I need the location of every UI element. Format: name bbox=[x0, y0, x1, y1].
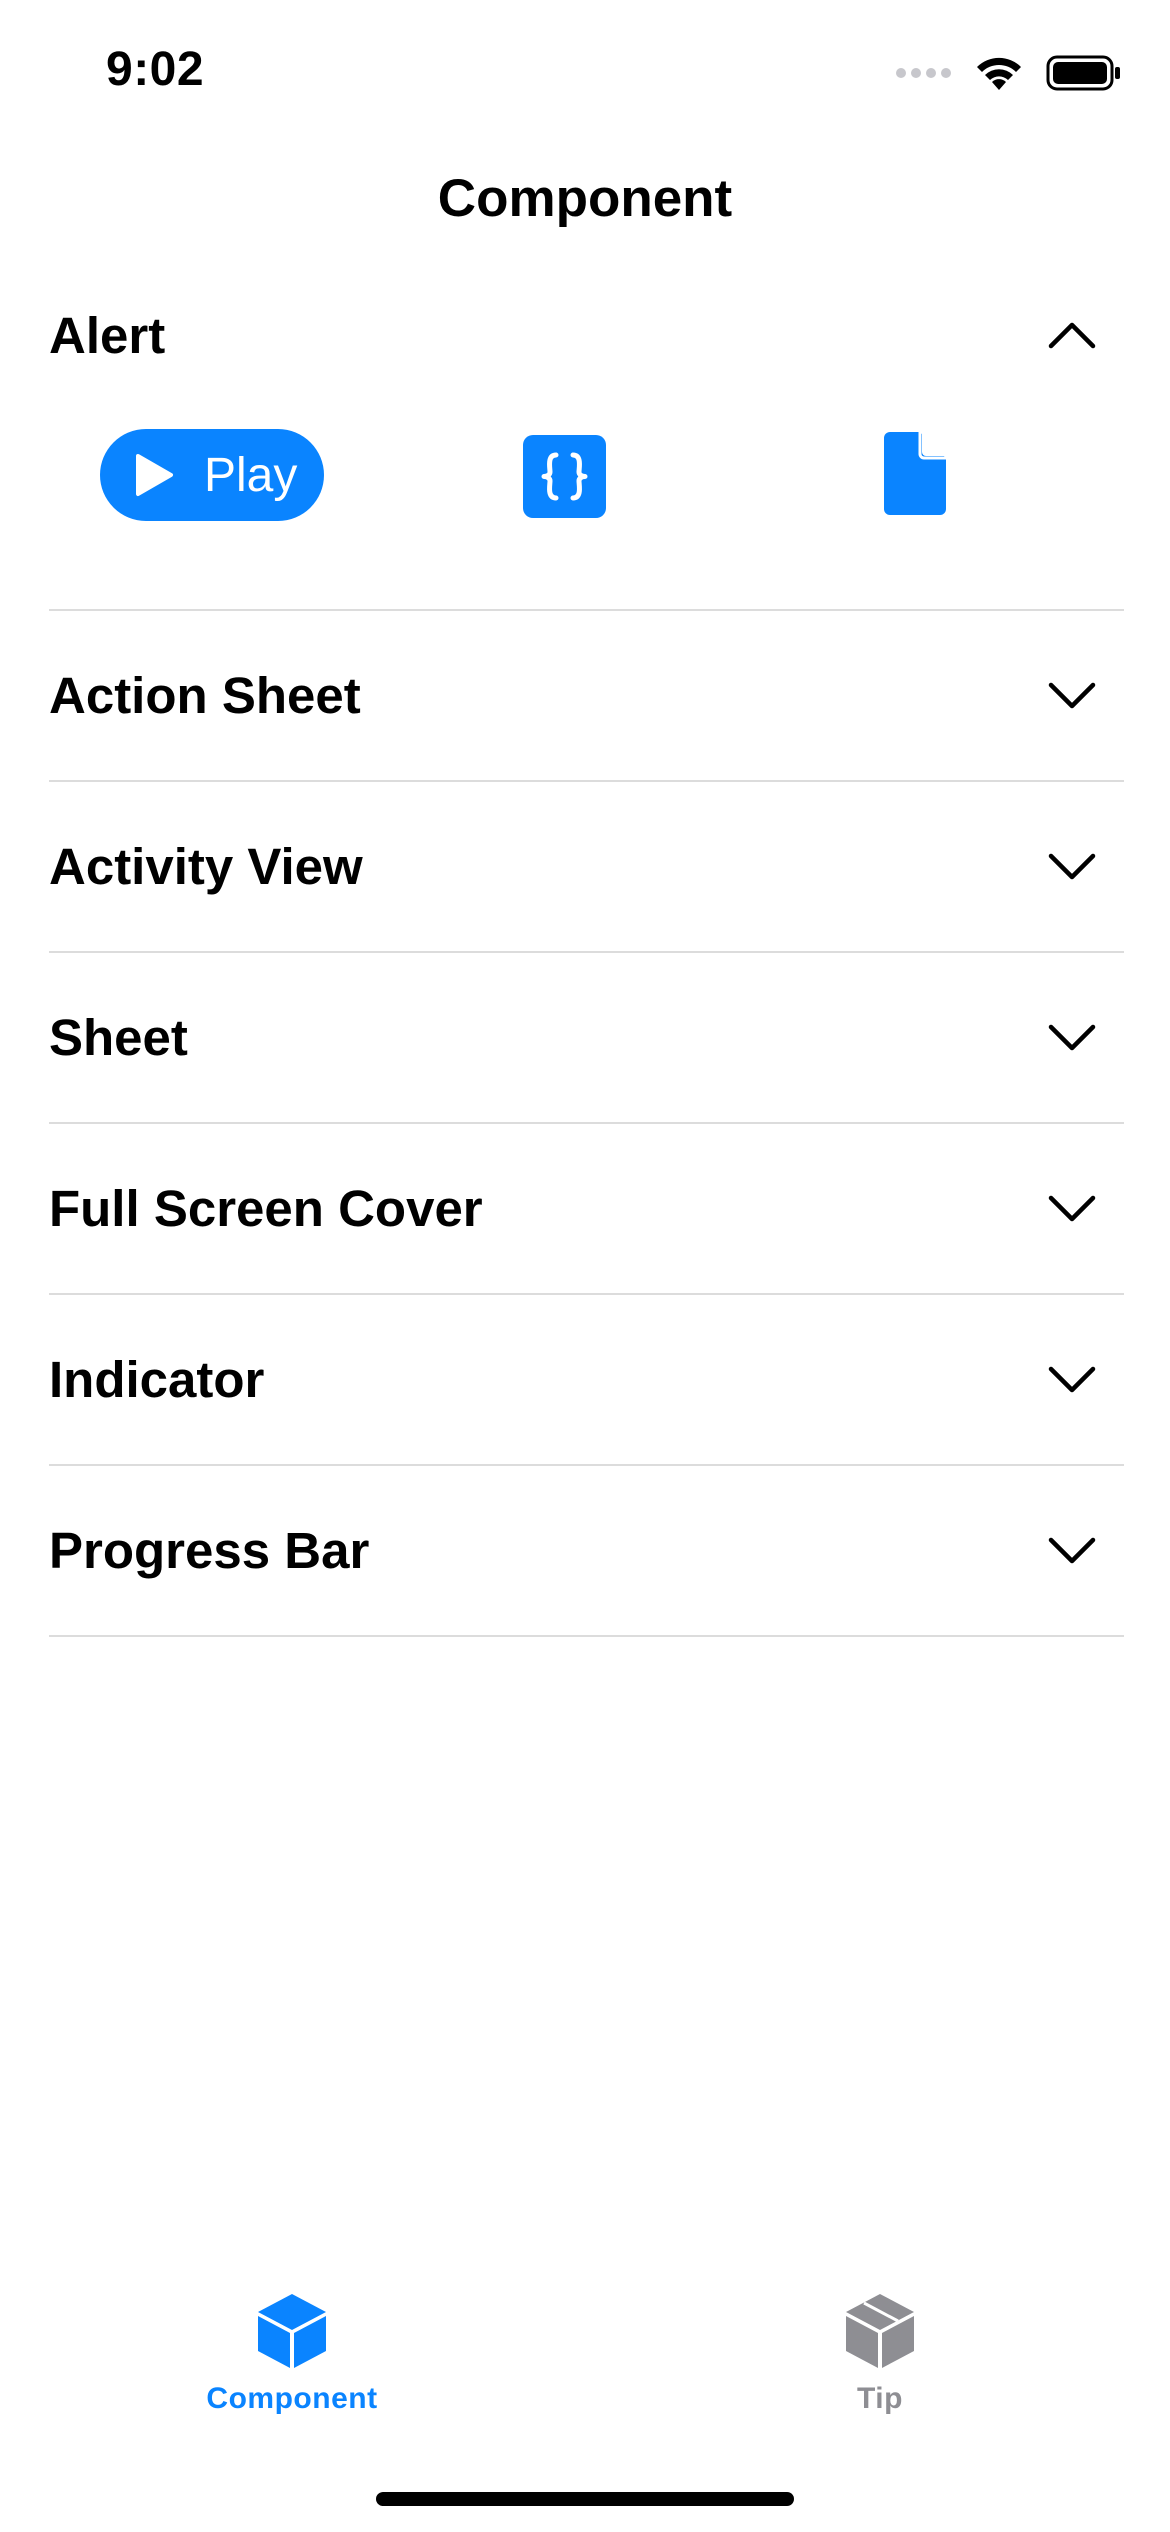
disclosure-header-indicator[interactable]: Indicator bbox=[49, 1295, 1124, 1464]
list-item-action-sheet: Action Sheet bbox=[49, 611, 1124, 782]
disclosure-header-progress-bar[interactable]: Progress Bar bbox=[49, 1466, 1124, 1635]
tab-tip[interactable]: Tip bbox=[730, 2290, 1030, 2416]
code-braces-icon[interactable] bbox=[523, 435, 606, 518]
list-item-label: Progress Bar bbox=[49, 1522, 370, 1579]
list-item-indicator: Indicator bbox=[49, 1295, 1124, 1466]
component-list: Alert Play Action Sheet Activity View Sh… bbox=[49, 270, 1124, 1637]
list-item-full-screen-cover: Full Screen Cover bbox=[49, 1124, 1124, 1295]
chevron-down-icon[interactable] bbox=[1042, 1179, 1102, 1239]
list-item-label: Indicator bbox=[49, 1351, 265, 1408]
list-item-alert: Alert Play bbox=[49, 270, 1124, 611]
play-icon bbox=[136, 454, 173, 496]
status-icons bbox=[896, 54, 1122, 92]
status-bar: 9:02 bbox=[0, 0, 1170, 140]
disclosure-header-activity-view[interactable]: Activity View bbox=[49, 782, 1124, 951]
chevron-down-icon[interactable] bbox=[1042, 1008, 1102, 1068]
chevron-down-icon[interactable] bbox=[1042, 1350, 1102, 1410]
tab-component[interactable]: Component bbox=[142, 2290, 442, 2416]
alert-actions: Play bbox=[49, 400, 1124, 609]
list-item-label: Activity View bbox=[49, 838, 363, 895]
wifi-icon bbox=[977, 57, 1021, 90]
list-item-progress-bar: Progress Bar bbox=[49, 1466, 1124, 1637]
disclosure-header-full-screen-cover[interactable]: Full Screen Cover bbox=[49, 1124, 1124, 1293]
cube-icon bbox=[258, 2294, 326, 2368]
chevron-down-icon[interactable] bbox=[1042, 1521, 1102, 1581]
disclosure-header-alert[interactable]: Alert bbox=[49, 270, 1124, 400]
list-item-label: Alert bbox=[49, 306, 166, 364]
status-time: 9:02 bbox=[106, 43, 205, 96]
cube-icon bbox=[846, 2294, 914, 2368]
chevron-up-icon[interactable] bbox=[1042, 305, 1102, 365]
list-item-sheet: Sheet bbox=[49, 953, 1124, 1124]
list-item-label: Action Sheet bbox=[49, 667, 361, 724]
tab-label: Tip bbox=[857, 2382, 903, 2415]
play-label: Play bbox=[204, 448, 298, 502]
home-indicator bbox=[376, 2492, 794, 2506]
document-icon[interactable] bbox=[884, 432, 946, 515]
chevron-down-icon[interactable] bbox=[1042, 666, 1102, 726]
disclosure-header-action-sheet[interactable]: Action Sheet bbox=[49, 611, 1124, 780]
tab-label: Component bbox=[206, 2382, 378, 2415]
list-item-label: Full Screen Cover bbox=[49, 1180, 483, 1237]
signal-icon bbox=[896, 68, 951, 78]
battery-icon bbox=[1046, 55, 1120, 91]
page-title: Component bbox=[437, 169, 733, 228]
list-item-activity-view: Activity View bbox=[49, 782, 1124, 953]
play-button[interactable]: Play bbox=[100, 429, 324, 521]
chevron-down-icon[interactable] bbox=[1042, 837, 1102, 897]
disclosure-header-sheet[interactable]: Sheet bbox=[49, 953, 1124, 1122]
list-item-label: Sheet bbox=[49, 1009, 188, 1066]
